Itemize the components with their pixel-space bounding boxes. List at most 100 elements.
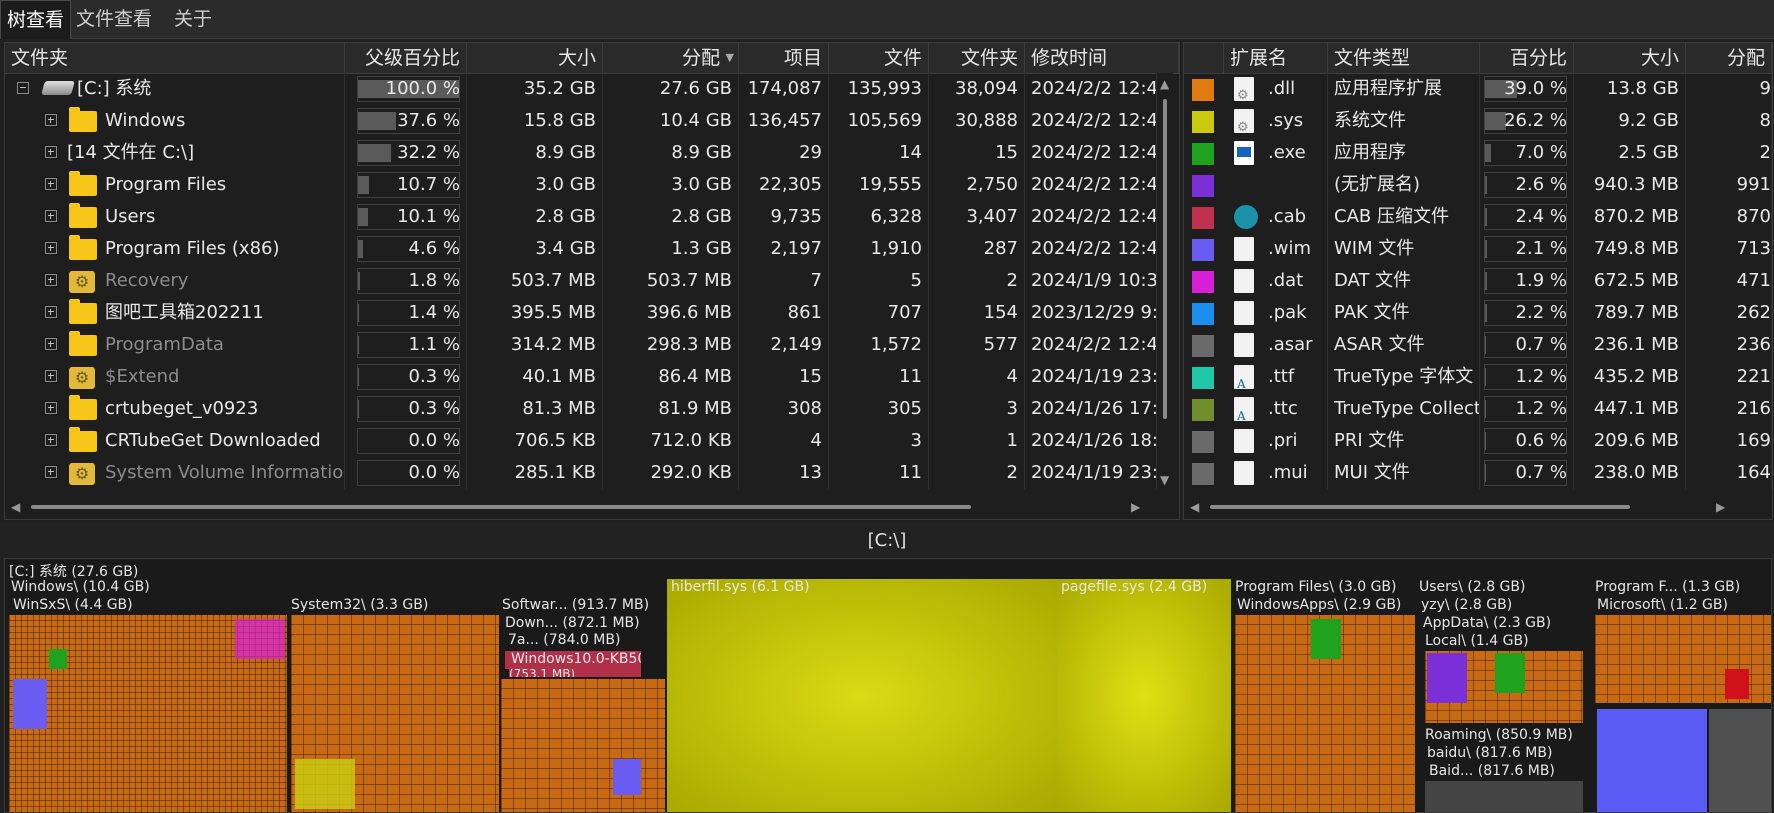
col-parent-percent[interactable]: 父级百分比 [345,43,467,73]
folder-name-cell[interactable]: ProgramData [5,329,345,361]
scroll-down-icon[interactable]: ▼ [1160,473,1169,487]
expand-icon[interactable] [45,146,57,158]
size-cell: 238.0 MB [1574,457,1686,489]
treemap-block-exe-3[interactable] [1495,653,1525,693]
expand-icon[interactable] [45,178,57,190]
folder-name-cell[interactable]: Windows [5,105,345,137]
treemap-block-wim[interactable] [13,679,47,729]
col-files[interactable]: 文件 [829,43,929,73]
list-item[interactable]: .ttfTrueType 字体文1.2 %435.2 MB221 [1184,361,1772,393]
col-extension[interactable]: 扩展名 [1224,43,1328,73]
folder-name-cell[interactable]: ⚙Recovery [5,265,345,297]
expand-icon[interactable] [45,274,57,286]
table-row[interactable]: Windows37.6 %15.8 GB10.4 GB136,457105,56… [5,105,1179,137]
expand-icon[interactable] [45,402,57,414]
col-folders[interactable]: 文件夹 [929,43,1025,73]
folder-name-cell[interactable]: crtubeget_v0923 [5,393,345,425]
tab-file-view[interactable]: 文件查看 [70,0,158,38]
list-item[interactable]: .cabCAB 压缩文件2.4 %870.2 MB870 [1184,201,1772,233]
treemap-block-dat[interactable] [235,619,285,659]
table-row[interactable]: Program Files (x86)4.6 %3.4 GB1.3 GB2,19… [5,233,1179,265]
treemap-block-wim-3[interactable] [1597,709,1707,812]
list-item[interactable]: .pakPAK 文件2.2 %789.7 MB262 [1184,297,1772,329]
list-item[interactable]: .sys系统文件26.2 %9.2 GB8 [1184,105,1772,137]
expand-icon[interactable] [45,466,57,478]
percent-cell: 1.2 % [1480,361,1574,393]
folder-name-cell[interactable]: ⚙$Extend [5,361,345,393]
table-row[interactable]: [14 文件在 C:\]32.2 %8.9 GB8.9 GB2914152024… [5,137,1179,169]
table-row[interactable]: Users10.1 %2.8 GB2.8 GB9,7356,3283,40720… [5,201,1179,233]
col-file-type[interactable]: 文件类型 [1328,43,1480,73]
list-item[interactable]: .dll应用程序扩展39.0 %13.8 GB9 [1184,73,1772,105]
table-row[interactable]: Program Files10.7 %3.0 GB3.0 GB22,30519,… [5,169,1179,201]
col-folder[interactable]: 文件夹 [5,43,345,73]
folder-tree-hscrollbar[interactable]: ◀ ▶ [5,495,1179,519]
folder-name-cell[interactable]: Program Files (x86) [5,233,345,265]
list-item[interactable]: (无扩展名)2.6 %940.3 MB991 [1184,169,1772,201]
tab-about[interactable]: 关于 [168,0,218,38]
list-item[interactable]: .wimWIM 文件2.1 %749.8 MB713 [1184,233,1772,265]
col-allocated[interactable]: 分配▼ [603,43,739,73]
table-row[interactable]: [C:] 系统100.0 %35.2 GB27.6 GB174,087135,9… [5,73,1179,105]
scroll-left-icon[interactable]: ◀ [11,500,20,514]
list-item[interactable]: .asarASAR 文件0.7 %236.1 MB236 [1184,329,1772,361]
treemap-block-pagefile[interactable] [1057,579,1231,812]
expand-icon[interactable] [45,370,57,382]
folder-name-cell[interactable]: ⚙System Volume Information [5,457,345,489]
extension-list-hscrollbar[interactable]: ◀ ▶ [1184,495,1772,519]
expand-icon[interactable] [45,306,57,318]
folder-name-cell[interactable]: CRTubeGet Downloaded [5,425,345,457]
expand-icon[interactable] [45,114,57,126]
col-ext-size[interactable]: 大小 [1574,43,1686,73]
col-ext-allocated[interactable]: 分配 [1686,43,1772,73]
hscroll-thumb[interactable] [31,505,971,509]
table-row[interactable]: CRTubeGet Downloaded0.0 %706.5 KB712.0 K… [5,425,1179,457]
treemap-block-exe-2[interactable] [1311,619,1341,659]
hscroll-thumb[interactable] [1210,505,1630,509]
treemap-block-kb-cab[interactable]: Windows10.0-KB50 [505,651,641,669]
treemap-block-sys-small[interactable] [295,759,355,809]
scroll-up-icon[interactable]: ▲ [1160,77,1169,91]
list-item[interactable]: .datDAT 文件1.9 %672.5 MB471 [1184,265,1772,297]
folder-name-cell[interactable]: 图吧工具箱202211 [5,297,345,329]
treemap-block-exe[interactable] [49,649,67,669]
treemap-block-misc[interactable] [1709,709,1771,812]
col-size[interactable]: 大小 [467,43,603,73]
folder-tree-vscrollbar[interactable]: ▲ ▼ [1157,73,1173,493]
col-color[interactable] [1184,43,1224,73]
table-row[interactable]: ProgramData1.1 %314.2 MB298.3 MB2,1491,5… [5,329,1179,361]
folder-name-cell[interactable]: [C:] 系统 [5,73,345,105]
table-row[interactable]: crtubeget_v09230.3 %81.3 MB81.9 MB308305… [5,393,1179,425]
collapse-icon[interactable] [17,82,29,94]
folder-name-cell[interactable]: Program Files [5,169,345,201]
table-row[interactable]: 图吧工具箱2022111.4 %395.5 MB396.6 MB86170715… [5,297,1179,329]
treemap[interactable]: [C:] 系统 (27.6 GB) Windows\ (10.4 GB) Win… [4,558,1772,813]
folder-name-cell[interactable]: Users [5,201,345,233]
table-row[interactable]: ⚙Recovery1.8 %503.7 MB503.7 MB7522024/1/… [5,265,1179,297]
expand-icon[interactable] [45,242,57,254]
table-row[interactable]: ⚙$Extend0.3 %40.1 MB86.4 MB151142024/1/1… [5,361,1179,393]
treemap-block-hiberfil[interactable] [667,579,1057,812]
col-modified[interactable]: 修改时间 [1025,43,1179,73]
tab-tree-view[interactable]: 树查看 [0,0,71,39]
list-item[interactable]: .ttcTrueType Collecti1.2 %447.1 MB216 [1184,393,1772,425]
treemap-block-noext[interactable] [1427,653,1467,703]
percent-label: 2.6 % [1516,174,1567,195]
expand-icon[interactable] [45,434,57,446]
list-item[interactable]: .priPRI 文件0.6 %209.6 MB169 [1184,425,1772,457]
treemap-block-wim-2[interactable] [613,759,641,795]
treemap-block-red[interactable] [1725,669,1749,699]
list-item[interactable]: .muiMUI 文件0.7 %238.0 MB164 [1184,457,1772,489]
scroll-right-icon[interactable]: ▶ [1131,500,1140,514]
col-percent[interactable]: 百分比 [1480,43,1574,73]
scroll-left-icon[interactable]: ◀ [1190,500,1199,514]
folder-name-cell[interactable]: [14 文件在 C:\] [5,137,345,169]
table-row[interactable]: ⚙System Volume Information0.0 %285.1 KB2… [5,457,1179,489]
treemap-block-roaming[interactable] [1425,781,1583,812]
expand-icon[interactable] [45,338,57,350]
col-items[interactable]: 项目 [739,43,829,73]
vscroll-thumb[interactable] [1163,99,1167,419]
scroll-right-icon[interactable]: ▶ [1716,500,1725,514]
expand-icon[interactable] [45,210,57,222]
list-item[interactable]: .exe应用程序7.0 %2.5 GB2 [1184,137,1772,169]
